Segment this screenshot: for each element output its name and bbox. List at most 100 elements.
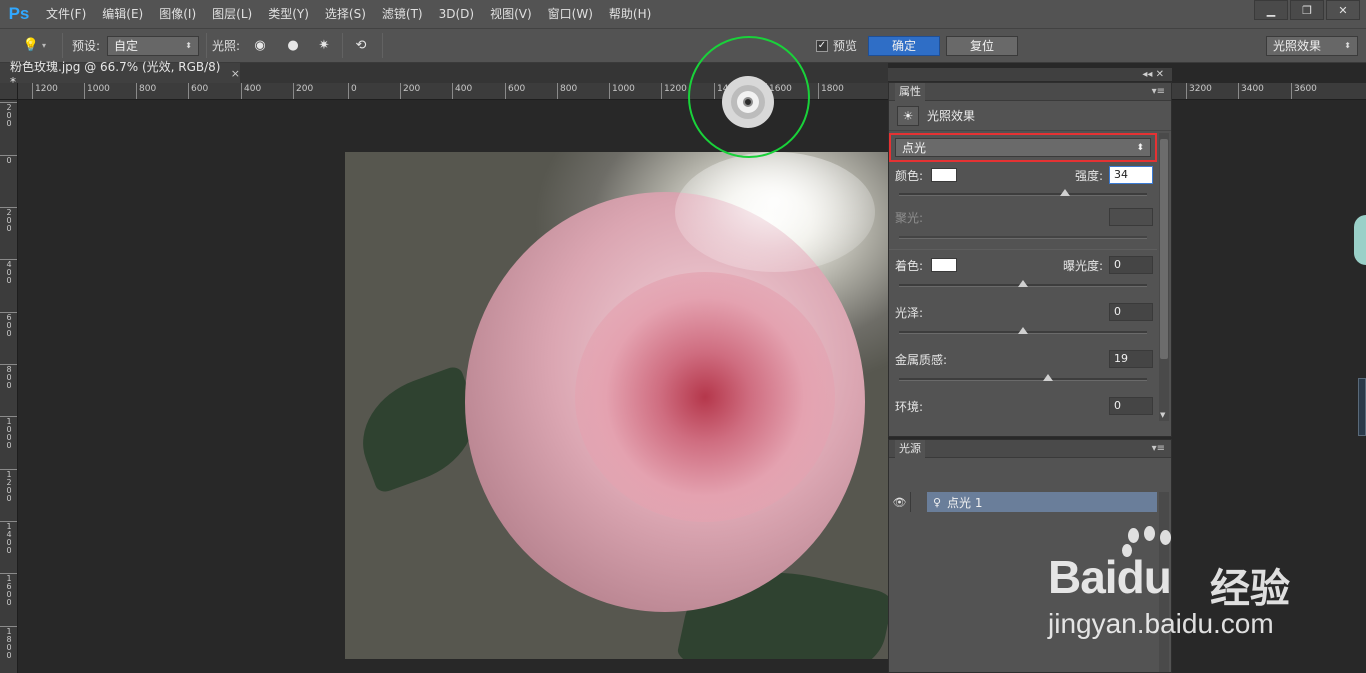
panel-collapse-bar[interactable]: ◂◂ ✕ xyxy=(888,68,1172,82)
minimize-button[interactable]: ▁ xyxy=(1254,0,1288,20)
light-position-handle[interactable] xyxy=(722,76,774,128)
gloss-input[interactable]: 0 xyxy=(1109,303,1153,321)
ruler-tick: 1200 xyxy=(661,83,687,99)
scroll-down-icon[interactable]: ▼ xyxy=(1160,411,1165,419)
divider xyxy=(62,33,63,58)
menu-filter[interactable]: 滤镜(T) xyxy=(374,0,431,28)
menu-help[interactable]: 帮助(H) xyxy=(601,0,659,28)
divider xyxy=(206,33,207,58)
menu-select[interactable]: 选择(S) xyxy=(317,0,374,28)
ruler-tick: 800 xyxy=(557,83,577,99)
ruler-tick: 3400 xyxy=(1238,83,1264,99)
panel-menu-icon[interactable]: ▾≡ xyxy=(1152,86,1165,97)
preset-value: 自定 xyxy=(114,39,139,53)
ruler-tick: 6 0 0 xyxy=(0,312,17,338)
rose-image[interactable] xyxy=(345,152,888,659)
infinite-light-icon[interactable]: ✷ xyxy=(313,35,335,57)
menu-window[interactable]: 窗口(W) xyxy=(540,0,601,28)
restore-button[interactable]: ❐ xyxy=(1290,0,1324,20)
ruler-tick: 400 xyxy=(241,83,261,99)
ruler-tick: 3200 xyxy=(1186,83,1212,99)
exposure-slider-thumb[interactable] xyxy=(1018,280,1028,287)
reset-light-icon[interactable]: ⟲ xyxy=(350,35,372,57)
ruler-tick: 1 8 0 0 xyxy=(0,626,17,660)
workspace-dropdown[interactable]: 光照效果 ⬍ xyxy=(1266,35,1358,56)
light-item-label: 点光 1 xyxy=(947,495,983,510)
ruler-tick: 200 xyxy=(293,83,313,99)
ambience-row: 环境: 0 xyxy=(895,396,1153,416)
menu-image[interactable]: 图像(I) xyxy=(151,0,204,28)
exposure-slider[interactable] xyxy=(899,280,1147,287)
gloss-slider[interactable] xyxy=(899,327,1147,334)
metallic-label: 金属质感: xyxy=(895,352,948,367)
ruler-tick: 200 xyxy=(400,83,420,99)
gloss-slider-thumb[interactable] xyxy=(1018,327,1028,334)
hotspot-row: 聚光: xyxy=(895,207,1153,227)
tab-lights[interactable]: 光源 xyxy=(895,439,925,458)
point-light-icon[interactable]: ● xyxy=(282,35,304,57)
properties-panel: 属性 ▾≡ ☀ 光照效果 点光 ⬍ 颜色: 强度: 34 聚光: 着色: 曝光度… xyxy=(888,82,1172,437)
metallic-input[interactable]: 19 xyxy=(1109,350,1153,368)
ruler-corner[interactable] xyxy=(0,83,18,100)
preview-toggle[interactable]: ✓ 预览 xyxy=(816,29,857,62)
document-tab[interactable]: 粉色玫瑰.jpg @ 66.7% (光效, RGB/8) * × xyxy=(0,60,240,89)
updown-arrow-icon: ⬍ xyxy=(1136,142,1144,153)
lightbulb-icon: 💡 xyxy=(22,38,40,53)
intensity-slider-thumb[interactable] xyxy=(1060,189,1071,196)
ruler-tick: 400 xyxy=(452,83,472,99)
menu-view[interactable]: 视图(V) xyxy=(482,0,540,28)
floating-widget-edge[interactable] xyxy=(1354,215,1366,265)
metallic-slider-thumb[interactable] xyxy=(1042,374,1053,381)
menu-layer[interactable]: 图层(L) xyxy=(204,0,260,28)
reset-button[interactable]: 复位 xyxy=(946,35,1018,56)
spot-light-icon[interactable]: ◉ xyxy=(249,35,271,57)
light-handle-inner xyxy=(737,91,759,113)
menu-3d[interactable]: 3D(D) xyxy=(431,0,482,28)
chevron-down-icon: ▾ xyxy=(42,41,47,50)
lights-panel: 光源 ▾≡ 👁 ♀ 点光 1 xyxy=(888,439,1172,673)
colorize-row: 着色: 曝光度: 0 xyxy=(895,255,1153,275)
rose-center xyxy=(575,272,835,522)
ambience-input[interactable]: 0 xyxy=(1109,397,1153,415)
metallic-slider[interactable] xyxy=(899,374,1147,381)
updown-arrow-icon: ⬍ xyxy=(185,41,192,50)
lights-scrollbar[interactable] xyxy=(1159,492,1169,672)
properties-tab-bar: 属性 ▾≡ xyxy=(889,82,1171,101)
divider xyxy=(342,33,343,58)
scrollbar-thumb[interactable] xyxy=(1160,139,1168,359)
colorize-label: 着色: xyxy=(895,258,924,273)
ruler-tick: 2 0 0 xyxy=(0,102,17,128)
menu-bar: Ps 文件(F) 编辑(E) 图像(I) 图层(L) 类型(Y) 选择(S) 滤… xyxy=(0,0,1366,28)
tab-properties[interactable]: 属性 xyxy=(895,82,925,101)
ruler-tick: 2 0 0 xyxy=(0,207,17,233)
exposure-input[interactable]: 0 xyxy=(1109,256,1153,274)
ruler-tick: 1 4 0 0 xyxy=(0,521,17,555)
light-list-item[interactable]: 👁 ♀ 点光 1 xyxy=(889,492,1157,512)
hotspot-slider xyxy=(899,236,1147,239)
ruler-tick: 3600 xyxy=(1291,83,1317,99)
link-slot xyxy=(911,492,927,512)
vertical-ruler[interactable]: 2 0 0 0 2 0 0 4 0 0 6 0 0 8 0 0 1 0 0 0 … xyxy=(0,83,18,673)
hotspot-label: 聚光: xyxy=(895,210,924,225)
light-type-dropdown[interactable]: 点光 ⬍ xyxy=(895,138,1151,157)
preview-checkbox[interactable]: ✓ xyxy=(816,39,828,52)
menu-type[interactable]: 类型(Y) xyxy=(260,0,317,28)
colorize-swatch[interactable] xyxy=(931,258,958,272)
ok-button[interactable]: 确定 xyxy=(868,35,940,56)
panel-menu-icon[interactable]: ▾≡ xyxy=(1152,443,1165,454)
properties-scrollbar[interactable]: ▼ xyxy=(1159,133,1169,421)
close-button[interactable]: ✕ xyxy=(1326,0,1360,20)
menu-file[interactable]: 文件(F) xyxy=(38,0,94,28)
preview-label: 预览 xyxy=(833,39,858,53)
intensity-input[interactable]: 34 xyxy=(1109,166,1153,184)
ruler-tick: 4 0 0 xyxy=(0,259,17,285)
preset-dropdown[interactable]: 自定 ⬍ xyxy=(107,35,199,56)
eye-icon[interactable]: 👁 xyxy=(889,492,911,512)
close-tab-icon[interactable]: × xyxy=(231,67,240,80)
ruler-tick: 1000 xyxy=(609,83,635,99)
canvas-area[interactable] xyxy=(18,101,888,673)
light-color-swatch[interactable] xyxy=(931,168,958,182)
light-type-value: 点光 xyxy=(902,141,927,155)
menu-edit[interactable]: 编辑(E) xyxy=(94,0,151,28)
intensity-slider[interactable] xyxy=(899,189,1147,196)
